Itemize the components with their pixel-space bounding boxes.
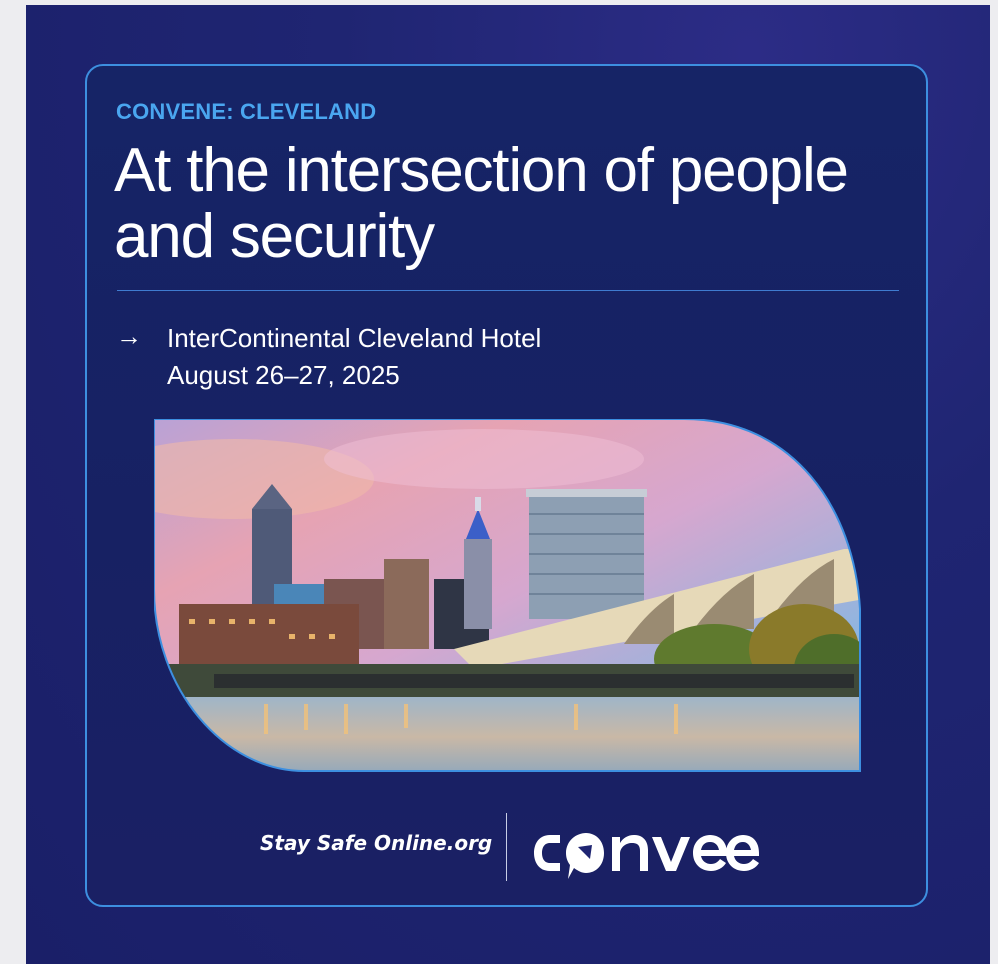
event-venue: InterContinental Cleveland Hotel xyxy=(167,323,542,353)
event-eyebrow: CONVENE: CLEVELAND xyxy=(116,99,377,124)
convene-logo xyxy=(530,823,760,888)
cleveland-skyline-photo xyxy=(153,418,864,778)
event-headline: At the intersection of people and securi… xyxy=(114,136,849,271)
partner-logo-stay-safe-online: Stay Safe Online.org xyxy=(260,831,493,855)
arrow-right-icon: → xyxy=(116,321,142,351)
event-date: August 26–27, 2025 xyxy=(167,360,400,390)
footer-separator xyxy=(506,813,507,881)
event-poster: CONVENE: CLEVELAND At the intersection o… xyxy=(26,5,990,964)
divider xyxy=(117,290,899,291)
